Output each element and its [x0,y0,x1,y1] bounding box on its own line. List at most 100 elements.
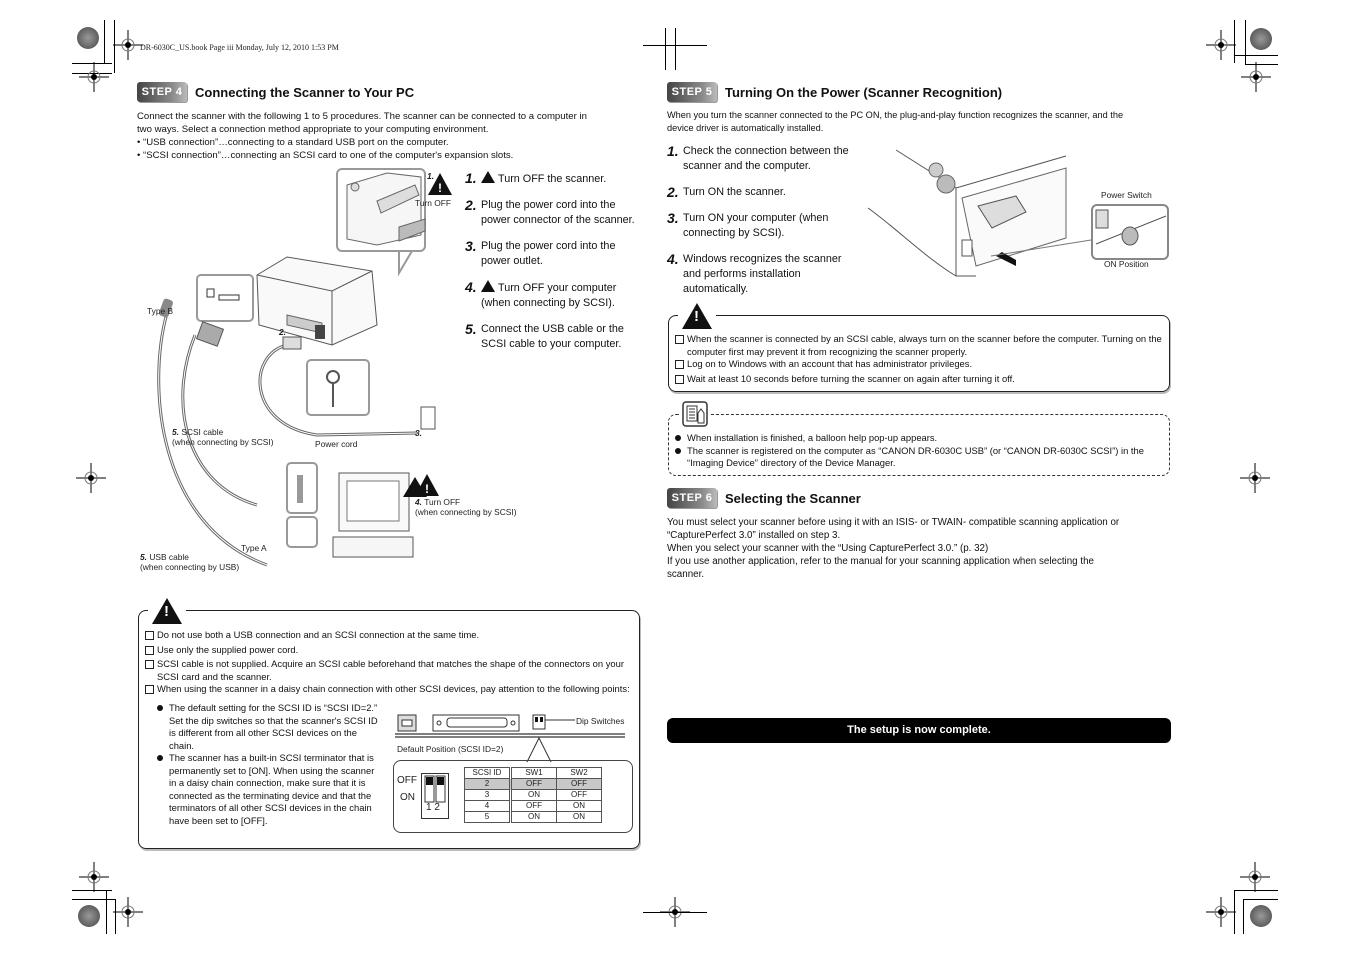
body-line: You must select your scanner before usin… [667,517,1120,528]
procedure-step: 1. Check the connection between the scann… [667,143,849,173]
step5-procedure-list: 1. Check the connection between the scann… [667,144,862,308]
body-line: “CapturePerfect 3.0” installed on step 3… [667,530,841,541]
label-usb-cable: 5. USB cable (when connecting by USB) [140,552,240,572]
body-line: If you use another application, refer to… [667,556,1094,567]
registration-crosshair-icon [1241,62,1271,92]
table-row: 2 OFF OFF [464,778,602,790]
step4-caution-list: Do not use both a USB connection and an … [145,629,635,698]
procedure-step: 2. Plug the power cord into the power con… [465,197,635,227]
crop-mark [675,28,676,70]
crop-mark [1245,20,1246,65]
registration-crosshair-icon [79,62,109,92]
warning-icon [481,280,495,292]
caution-item: SCSI cable is not supplied. Acquire an S… [145,658,635,683]
table-cell: OFF [510,778,557,790]
table-cell: 4 [464,800,512,812]
scsi-id-table: SCSI ID SW1 SW2 2 OFF OFF 3 ON OFF 4 OFF… [464,767,602,823]
registration-crosshair-icon [79,862,109,892]
crop-mark [643,912,707,913]
registration-crosshair-icon [113,897,143,927]
caution-item: Do not use both a USB connection and an … [145,629,635,644]
intro-line: two ways. Select a connection method app… [137,124,489,135]
body-line: scanner. [667,569,705,580]
table-header: SCSI ID [464,767,512,779]
crop-mark [106,890,107,934]
label-power-cord: Power cord [315,439,358,449]
table-header: SW1 [510,767,557,779]
step5-note-list: When installation is finished, a balloon… [675,432,1165,470]
label-power-switch: Power Switch [1101,190,1152,200]
caution-item: Use only the supplied power cord. [145,644,635,659]
crop-mark [104,20,105,63]
caution-subitem: The scanner has a built-in SCSI terminat… [157,752,379,827]
step5-title: Turning On the Power (Scanner Recognitio… [725,84,1003,100]
registration-crosshair-icon [1206,897,1236,927]
table-cell: 2 [464,778,512,790]
crop-mark [665,28,666,70]
table-cell: ON [556,811,602,823]
procedure-step: 5. Connect the USB cable or the SCSI cabl… [465,321,624,351]
caution-subitem: The default setting for the SCSI ID is “… [157,702,379,752]
svg-text:!: ! [425,482,429,496]
callout-3: 3. [415,428,422,438]
table-cell: ON [510,811,557,823]
warning-icon [481,171,495,183]
label-default-position: Default Position (SCSI ID=2) [397,744,504,754]
crop-mark [72,899,116,900]
table-header: SW2 [556,767,602,779]
callout-turn-off: Turn OFF [415,198,451,208]
step5-badge: STEP 5 [667,82,717,102]
table-cell: 5 [464,811,512,823]
label-turn-off-computer: 4. Turn OFF (when connecting by SCSI) [415,497,517,517]
registration-crosshair-icon [76,463,106,493]
label-on: ON [400,792,415,803]
step5-heading: STEP 5 Turning On the Power (Scanner Rec… [667,82,1002,102]
procedure-step: 4. Windows recognizes the scanner and per… [667,251,842,296]
step6-badge: STEP 6 [667,488,717,508]
registration-crosshair-icon [1206,30,1236,60]
crop-mark [1234,55,1278,56]
table-cell: OFF [556,789,602,801]
intro-line: • “USB connection”…connecting to a stand… [137,137,449,148]
step6-body: You must select your scanner before usin… [667,516,1119,581]
step5-caution-list: When the scanner is connected by an SCSI… [675,333,1165,387]
table-cell: OFF [510,800,557,812]
registration-crosshair-icon [1240,463,1270,493]
caution-warning-icon [678,303,716,329]
crop-mark [1234,890,1278,891]
note-memo-icon [681,401,709,428]
table-header-row: SCSI ID SW1 SW2 [464,767,602,779]
switch-numbers: 1 2 [426,802,440,813]
registration-disc-icon [1250,905,1272,927]
body-line: When you select your scanner with the “U… [667,543,989,554]
note-item: The scanner is registered on the compute… [675,445,1165,470]
label-off: OFF [397,775,417,786]
step4-title: Connecting the Scanner to Your PC [195,84,415,100]
callout-2: 2. [279,327,286,337]
registration-disc-icon [77,27,99,49]
step4-badge: STEP 4 [137,82,187,102]
table-row: 4 OFF ON [464,800,602,812]
step4-heading: STEP 4 Connecting the Scanner to Your PC [137,82,414,102]
intro-line: When you turn the scanner connected to t… [667,110,1124,120]
caution-item: Wait at least 10 seconds before turning … [675,373,1165,388]
table-row: 3 ON OFF [464,789,602,801]
procedure-step: 4. Turn OFF your computer (when connectin… [465,279,617,310]
crop-mark [1243,899,1244,934]
procedure-step: 2. Turn ON the scanner. [667,184,786,200]
label-on-position: ON Position [1104,259,1149,269]
note-item: When installation is finished, a balloon… [675,432,1165,445]
registration-disc-icon [1250,28,1272,50]
label-dip-switches: Dip Switches [576,716,625,726]
warning-icon: ! [428,173,452,195]
caution-item: Log on to Windows with an account that h… [675,358,1165,373]
table-row: 5 ON ON [464,811,602,823]
step6-heading: STEP 6 Selecting the Scanner [667,488,861,508]
intro-line: • “SCSI connection”…connecting an SCSI c… [137,150,514,161]
step6-title: Selecting the Scanner [725,490,861,506]
setup-complete-banner: The setup is now complete. [667,718,1171,743]
label-type-a: Type A [241,543,267,553]
caution-warning-icon [148,598,186,624]
warning-icon: ! [415,474,439,496]
table-cell: ON [510,789,557,801]
